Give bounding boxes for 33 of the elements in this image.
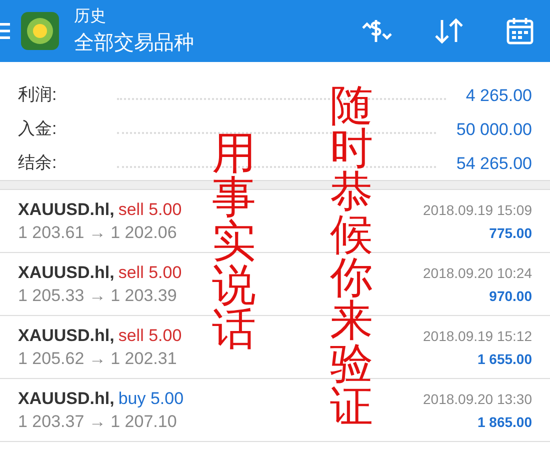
summary-value: 54 265.00 bbox=[456, 154, 532, 174]
summary-label: 利润: bbox=[18, 84, 57, 106]
deal-time: 2018.09.19 15:12 bbox=[423, 328, 532, 344]
screen-title: 历史 bbox=[74, 6, 107, 27]
deal-profit: 1 655.00 bbox=[478, 351, 532, 367]
deal-side: sell 5.00 bbox=[118, 326, 182, 346]
app-logo-icon[interactable] bbox=[20, 11, 60, 51]
deal-side: buy 5.00 bbox=[118, 389, 184, 409]
deal-profit: 970.00 bbox=[489, 288, 532, 304]
overlay-caption: 随时恭候你来验证 bbox=[330, 85, 373, 429]
deal-time: 2018.09.20 10:24 bbox=[423, 265, 532, 281]
deal-time: 2018.09.19 15:09 bbox=[423, 202, 532, 218]
deal-side: sell 5.00 bbox=[118, 200, 182, 220]
deal-symbol: XAUUSD.hl, bbox=[18, 389, 114, 409]
deal-prices: 1 203.61 → 1 202.06 bbox=[18, 223, 177, 243]
summary-value: 50 000.00 bbox=[456, 120, 532, 140]
deal-prices: 1 203.37 → 1 207.10 bbox=[18, 412, 177, 432]
deal-symbol: XAUUSD.hl, bbox=[18, 326, 114, 346]
summary-value: 4 265.00 bbox=[466, 86, 532, 106]
deal-side: sell 5.00 bbox=[118, 263, 182, 283]
menu-icon[interactable] bbox=[0, 22, 10, 40]
symbol-filter[interactable]: 全部交易品种 bbox=[74, 29, 194, 56]
summary-label: 结余: bbox=[18, 152, 57, 174]
deal-time: 2018.09.20 13:30 bbox=[423, 391, 532, 407]
deal-prices: 1 205.33 → 1 203.39 bbox=[18, 286, 177, 306]
overlay-caption: 用事实说话 bbox=[212, 132, 256, 352]
deal-prices: 1 205.62 → 1 202.31 bbox=[18, 349, 177, 369]
deal-symbol: XAUUSD.hl, bbox=[18, 200, 114, 220]
deal-profit: 775.00 bbox=[489, 225, 532, 241]
calendar-icon[interactable] bbox=[504, 15, 536, 47]
deal-profit: 1 865.00 bbox=[478, 414, 532, 430]
deal-symbol: XAUUSD.hl, bbox=[18, 263, 114, 283]
summary-label: 入金: bbox=[18, 118, 57, 140]
